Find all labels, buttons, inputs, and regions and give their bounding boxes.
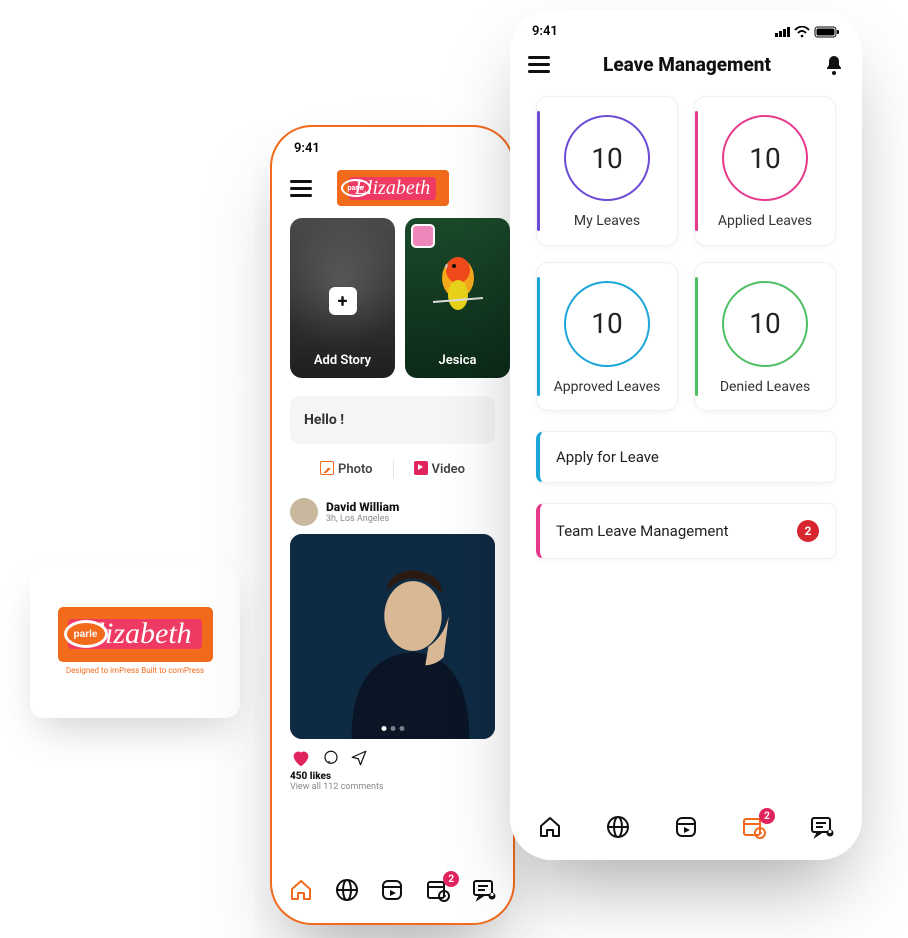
post-subline: 3h, Los Angeles <box>326 514 399 524</box>
brand-logo: parle Elizabeth <box>337 170 449 206</box>
status-bar: 9:41 <box>272 127 513 162</box>
logo-card: parle Elizabeth Designed to imPress Buil… <box>30 563 240 718</box>
nav-calendar-icon[interactable]: 2 <box>741 814 767 840</box>
story-card[interactable]: Jesica <box>405 218 510 378</box>
feed-post: David William 3h, Los Angeles <box>290 494 495 792</box>
avatar <box>290 498 318 526</box>
like-icon[interactable] <box>290 747 312 769</box>
status-time: 9:41 <box>532 24 558 39</box>
compose-video-button[interactable]: Video <box>414 461 466 477</box>
brand-logo: parle Elizabeth <box>58 607 213 662</box>
action-label: Team Leave Management <box>556 522 729 540</box>
card-my-leaves[interactable]: 10 My Leaves <box>536 96 678 246</box>
signal-icon <box>775 27 790 37</box>
status-time: 9:41 <box>294 141 320 156</box>
nav-chat-icon[interactable] <box>471 877 497 903</box>
share-icon[interactable] <box>350 749 368 767</box>
phone-social: 9:41 parle Elizabeth + Add Story Jesica <box>270 125 515 925</box>
bottom-nav: 2 <box>510 800 862 860</box>
nav-reels-icon[interactable] <box>379 877 405 903</box>
card-approved-leaves[interactable]: 10 Approved Leaves <box>536 262 678 412</box>
battery-icon <box>814 26 840 38</box>
parrot-image <box>428 250 488 320</box>
nav-badge: 2 <box>759 808 775 824</box>
stories-row[interactable]: + Add Story Jesica <box>272 218 513 378</box>
nav-chat-icon[interactable] <box>809 814 835 840</box>
card-label: Denied Leaves <box>705 379 825 397</box>
add-story-label: Add Story <box>290 353 395 368</box>
leave-cards-grid: 10 My Leaves 10 Applied Leaves 10 Approv… <box>510 88 862 411</box>
team-leave-management-button[interactable]: Team Leave Management 2 <box>536 503 836 559</box>
comment-icon[interactable] <box>322 749 340 767</box>
compose-photo-button[interactable]: Photo <box>320 461 373 477</box>
person-image <box>290 534 495 739</box>
notification-icon[interactable] <box>824 54 844 76</box>
compose-input[interactable]: Hello ! <box>290 396 495 444</box>
photo-icon <box>320 461 334 475</box>
nav-home-icon[interactable] <box>537 814 563 840</box>
compose-type-row: Photo Video <box>272 444 513 494</box>
story-user-name: Jesica <box>405 353 510 368</box>
plus-icon: + <box>329 287 357 315</box>
card-applied-leaves[interactable]: 10 Applied Leaves <box>694 96 836 246</box>
brand-tagline: Designed to imPress Built to comPress <box>66 666 204 675</box>
card-denied-leaves[interactable]: 10 Denied Leaves <box>694 262 836 412</box>
likes-count[interactable]: 450 likes <box>290 771 495 782</box>
divider <box>393 460 394 478</box>
compose-placeholder: Hello ! <box>304 412 344 428</box>
menu-icon[interactable] <box>528 56 550 73</box>
status-icons <box>775 26 840 38</box>
nav-calendar-icon[interactable]: 2 <box>425 877 451 903</box>
apply-for-leave-button[interactable]: Apply for Leave <box>536 431 836 483</box>
bottom-nav: 2 <box>272 863 513 923</box>
video-icon <box>414 461 428 475</box>
nav-globe-icon[interactable] <box>605 814 631 840</box>
brand-logo-oval: parle <box>64 620 108 648</box>
topbar: parle Elizabeth <box>272 162 513 218</box>
nav-reels-icon[interactable] <box>673 814 699 840</box>
card-label: My Leaves <box>547 213 667 231</box>
nav-home-icon[interactable] <box>288 877 314 903</box>
phone-leave: 9:41 Leave Management 10 My Leaves 10 Ap… <box>510 10 862 860</box>
nav-badge: 2 <box>443 871 459 887</box>
nav-globe-icon[interactable] <box>334 877 360 903</box>
wifi-icon <box>794 26 810 38</box>
status-bar: 9:41 <box>510 10 862 45</box>
card-label: Approved Leaves <box>547 379 667 397</box>
menu-icon[interactable] <box>290 180 312 197</box>
comments-link[interactable]: View all 112 comments <box>290 782 495 792</box>
card-label: Applied Leaves <box>705 213 825 231</box>
post-header[interactable]: David William 3h, Los Angeles <box>290 494 495 534</box>
brand-logo-oval: parle <box>341 179 371 197</box>
avatar <box>411 224 435 248</box>
action-badge: 2 <box>797 520 819 542</box>
add-story-card[interactable]: + Add Story <box>290 218 395 378</box>
page-title: Leave Management <box>550 53 824 76</box>
carousel-dots <box>381 726 404 731</box>
post-author: David William <box>326 500 399 514</box>
post-actions <box>290 739 495 771</box>
post-image[interactable] <box>290 534 495 739</box>
topbar: Leave Management <box>510 45 862 88</box>
action-label: Apply for Leave <box>556 448 659 466</box>
